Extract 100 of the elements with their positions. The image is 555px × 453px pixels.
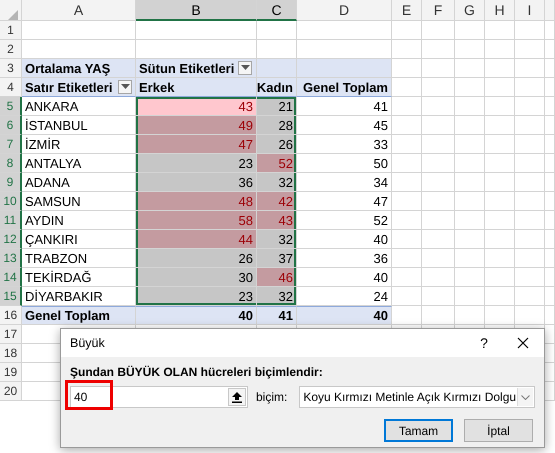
collapse-button[interactable] bbox=[228, 388, 246, 406]
empty-cell[interactable] bbox=[545, 249, 555, 268]
empty-cell[interactable] bbox=[392, 192, 422, 211]
empty-cell[interactable] bbox=[455, 192, 485, 211]
column-header[interactable]: I bbox=[515, 0, 545, 21]
row-header[interactable]: 1 bbox=[0, 21, 22, 40]
help-button[interactable]: ? bbox=[466, 335, 502, 351]
empty-cell[interactable] bbox=[422, 173, 455, 192]
empty-cell[interactable] bbox=[515, 97, 545, 116]
empty-cell[interactable] bbox=[455, 97, 485, 116]
empty-cell[interactable] bbox=[392, 21, 422, 40]
empty-cell[interactable] bbox=[392, 249, 422, 268]
empty-cell[interactable] bbox=[515, 21, 545, 40]
empty-cell[interactable] bbox=[485, 154, 515, 173]
row-header[interactable]: 4 bbox=[0, 78, 22, 97]
empty-cell[interactable] bbox=[485, 287, 515, 306]
row-header[interactable]: 9 bbox=[0, 173, 22, 192]
empty-cell[interactable] bbox=[545, 135, 555, 154]
empty-cell[interactable] bbox=[422, 21, 455, 40]
empty-cell[interactable] bbox=[485, 59, 515, 78]
column-header[interactable]: B bbox=[136, 0, 257, 21]
ok-button[interactable]: Tamam bbox=[384, 419, 453, 442]
empty-cell[interactable] bbox=[422, 59, 455, 78]
empty-cell[interactable] bbox=[545, 230, 555, 249]
row-header[interactable]: 6 bbox=[0, 116, 22, 135]
empty-cell[interactable] bbox=[545, 59, 555, 78]
row-header[interactable]: 5 bbox=[0, 97, 22, 116]
empty-cell[interactable] bbox=[515, 135, 545, 154]
column-header[interactable]: C bbox=[257, 0, 297, 21]
empty-cell[interactable] bbox=[485, 78, 515, 97]
empty-cell[interactable] bbox=[392, 116, 422, 135]
empty-cell[interactable] bbox=[515, 40, 545, 59]
empty-cell[interactable] bbox=[455, 173, 485, 192]
column-header[interactable]: H bbox=[485, 0, 515, 21]
empty-cell[interactable] bbox=[545, 192, 555, 211]
empty-cell[interactable] bbox=[485, 230, 515, 249]
empty-cell[interactable] bbox=[455, 135, 485, 154]
row-header[interactable]: 13 bbox=[0, 249, 22, 268]
row-header[interactable]: 8 bbox=[0, 154, 22, 173]
empty-cell[interactable] bbox=[455, 59, 485, 78]
empty-cell[interactable] bbox=[485, 116, 515, 135]
empty-cell[interactable] bbox=[485, 211, 515, 230]
empty-cell[interactable] bbox=[455, 21, 485, 40]
filter-button[interactable] bbox=[238, 61, 252, 75]
empty-cell[interactable] bbox=[392, 135, 422, 154]
column-header[interactable]: F bbox=[422, 0, 455, 21]
empty-cell[interactable] bbox=[545, 40, 555, 59]
empty-cell[interactable] bbox=[515, 59, 545, 78]
empty-cell[interactable] bbox=[485, 192, 515, 211]
empty-cell[interactable] bbox=[422, 78, 455, 97]
empty-cell[interactable] bbox=[297, 21, 392, 40]
empty-cell[interactable] bbox=[257, 21, 297, 40]
row-header[interactable]: 15 bbox=[0, 287, 22, 306]
empty-cell[interactable] bbox=[455, 154, 485, 173]
empty-cell[interactable] bbox=[422, 249, 455, 268]
empty-cell[interactable] bbox=[136, 21, 257, 40]
empty-cell[interactable] bbox=[545, 268, 555, 287]
empty-cell[interactable] bbox=[422, 287, 455, 306]
empty-cell[interactable] bbox=[545, 173, 555, 192]
empty-cell[interactable] bbox=[485, 135, 515, 154]
empty-cell[interactable] bbox=[455, 287, 485, 306]
empty-cell[interactable] bbox=[485, 306, 515, 325]
empty-cell[interactable] bbox=[485, 21, 515, 40]
empty-cell[interactable] bbox=[515, 230, 545, 249]
row-header[interactable]: 3 bbox=[0, 59, 22, 78]
empty-cell[interactable] bbox=[392, 154, 422, 173]
column-header[interactable]: E bbox=[392, 0, 422, 21]
row-header[interactable]: 10 bbox=[0, 192, 22, 211]
empty-cell[interactable] bbox=[515, 78, 545, 97]
empty-cell[interactable] bbox=[455, 268, 485, 287]
column-header[interactable]: A bbox=[22, 0, 136, 21]
row-header[interactable]: 17 bbox=[0, 325, 22, 344]
empty-cell[interactable] bbox=[392, 211, 422, 230]
empty-cell[interactable] bbox=[545, 116, 555, 135]
empty-cell[interactable] bbox=[455, 211, 485, 230]
empty-cell[interactable] bbox=[455, 40, 485, 59]
empty-cell[interactable] bbox=[485, 173, 515, 192]
row-header[interactable]: 19 bbox=[0, 363, 22, 382]
empty-cell[interactable] bbox=[455, 230, 485, 249]
empty-cell[interactable] bbox=[392, 40, 422, 59]
row-header[interactable]: 2 bbox=[0, 40, 22, 59]
empty-cell[interactable] bbox=[515, 211, 545, 230]
empty-cell[interactable] bbox=[485, 40, 515, 59]
empty-cell[interactable] bbox=[422, 40, 455, 59]
row-header[interactable]: 18 bbox=[0, 344, 22, 363]
empty-cell[interactable] bbox=[422, 230, 455, 249]
empty-cell[interactable] bbox=[545, 211, 555, 230]
format-dropdown[interactable]: Koyu Kırmızı Metinle Açık Kırmızı Dolgu bbox=[299, 386, 535, 408]
empty-cell[interactable] bbox=[422, 97, 455, 116]
empty-cell[interactable] bbox=[422, 116, 455, 135]
empty-cell[interactable] bbox=[422, 135, 455, 154]
row-header[interactable]: 12 bbox=[0, 230, 22, 249]
row-header[interactable]: 7 bbox=[0, 135, 22, 154]
empty-cell[interactable] bbox=[515, 173, 545, 192]
empty-cell[interactable] bbox=[422, 154, 455, 173]
empty-cell[interactable] bbox=[392, 97, 422, 116]
empty-cell[interactable] bbox=[455, 116, 485, 135]
empty-cell[interactable] bbox=[515, 249, 545, 268]
row-header[interactable]: 16 bbox=[0, 306, 22, 325]
empty-cell[interactable] bbox=[422, 192, 455, 211]
